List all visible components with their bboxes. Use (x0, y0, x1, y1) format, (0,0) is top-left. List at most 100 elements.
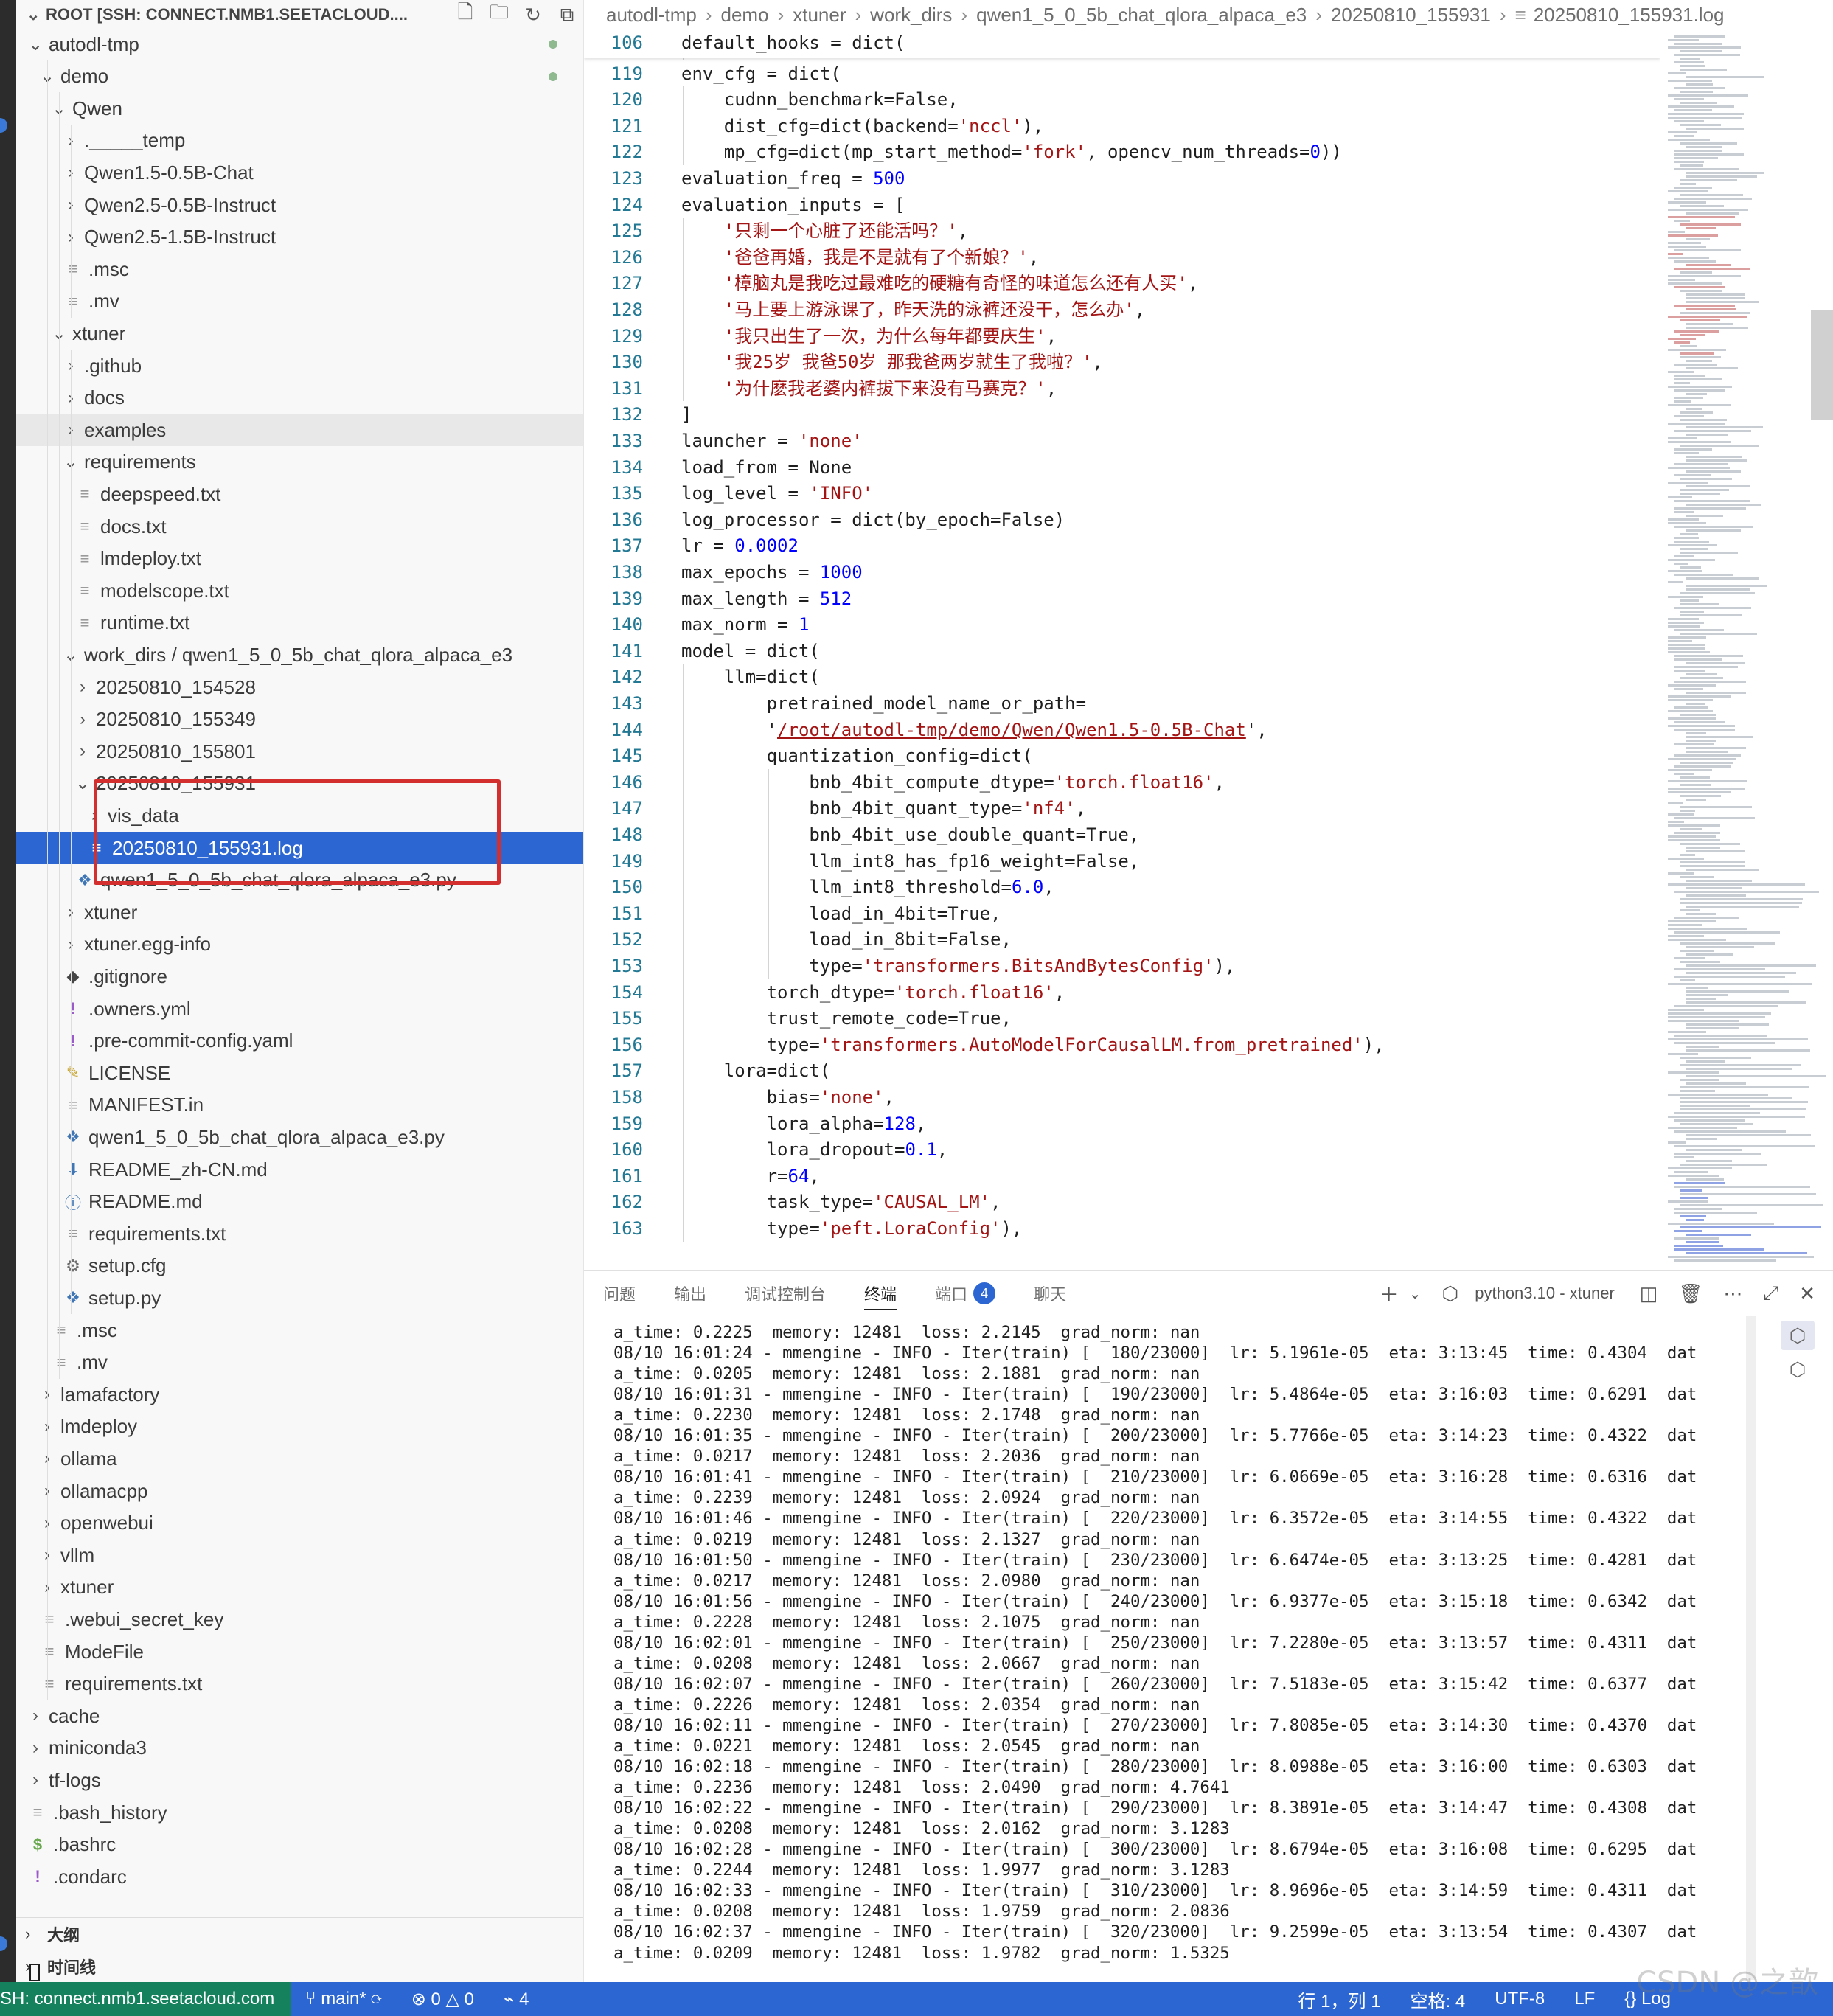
tree-file[interactable]: ≡ requirements.txt (16, 1667, 583, 1700)
code-line[interactable]: 159 lora_alpha=128, (584, 1110, 1660, 1137)
tree-file[interactable]: $ .bashrc (16, 1829, 583, 1861)
indentation-status[interactable]: 空格: 4 (1396, 1987, 1481, 2012)
panel-tab[interactable]: 输出 (655, 1271, 726, 1316)
code-line[interactable]: 124 evaluation_inputs = [ (584, 192, 1660, 218)
code-line[interactable]: 119 env_cfg = dict( (584, 60, 1660, 87)
tree-file[interactable]: ≡ .mv (16, 285, 583, 318)
tree-folder[interactable]: ›Qwen2.5-1.5B-Instruct (16, 220, 583, 254)
tree-folder[interactable]: ›Qwen1.5-0.5B-Chat (16, 156, 583, 190)
terminal-instance-icon[interactable]: ⬡ (1781, 1355, 1815, 1384)
encoding-status[interactable]: UTF-8 (1480, 1989, 1559, 2009)
tree-folder[interactable]: ⌄ Qwen (16, 92, 583, 125)
close-icon[interactable]: ✕ (1789, 1282, 1833, 1305)
tree-file[interactable]: ! .condarc (16, 1860, 583, 1893)
collapse-all-icon[interactable]: ⧉ (550, 3, 583, 27)
panel-tab[interactable]: 终端 (845, 1271, 916, 1316)
tree-folder[interactable]: ›._____temp (16, 124, 583, 157)
code-line[interactable]: 135 log_level = 'INFO' (584, 480, 1660, 507)
code-line[interactable]: 134 load_from = None (584, 454, 1660, 481)
breadcrumb-item[interactable]: xtuner (793, 4, 846, 27)
tree-file[interactable]: ! .pre-commit-config.yaml (16, 1024, 583, 1057)
code-line[interactable]: 147 bnb_4bit_quant_type='nf4', (584, 795, 1660, 821)
code-line[interactable]: 146 bnb_4bit_compute_dtype='torch.float1… (584, 769, 1660, 796)
tree-file[interactable]: ≡ requirements.txt (16, 1217, 583, 1251)
code-line[interactable]: 131 '为什麽我老婆内裤拔下来没有马赛克？', (584, 375, 1660, 402)
code-line[interactable]: 156 type='transformers.AutoModelForCausa… (584, 1032, 1660, 1058)
tree-file[interactable]: ! .owners.yml (16, 993, 583, 1025)
tree-folder[interactable]: ⌄ work_dirs / qwen1_5_0_5b_chat_qlora_alp… (16, 639, 583, 672)
tree-file[interactable]: ⓘ README.md (16, 1185, 583, 1218)
tree-folder[interactable]: ⌄ autodl-tmp (16, 28, 583, 60)
code-line[interactable]: 158 bias='none', (584, 1084, 1660, 1110)
code-line[interactable]: 130 '我25岁 我爸50岁 那我爸两岁就生了我啦？', (584, 349, 1660, 375)
new-folder-icon[interactable]: 🗀 (482, 0, 516, 31)
tree-folder[interactable]: ›lmdeploy (16, 1410, 583, 1443)
maximize-panel-icon[interactable]: ⤢ (1753, 1282, 1789, 1305)
tree-folder[interactable]: ›vllm (16, 1539, 583, 1572)
tree-folder[interactable]: › tf-logs (16, 1764, 583, 1796)
editor-scrollbar[interactable] (1811, 310, 1833, 420)
code-line[interactable]: 122 mp_cfg=dict(mp_start_method='fork', … (584, 139, 1660, 165)
tree-file[interactable]: ≡ MANIFEST.in (16, 1088, 583, 1122)
tree-folder[interactable]: › cache (16, 1700, 583, 1732)
eol-status[interactable]: LF (1559, 1989, 1610, 2009)
code-line[interactable]: 128 '马上要上游泳课了，昨天洗的泳裤还没干，怎么办', (584, 296, 1660, 323)
tree-folder[interactable]: ⌄ xtuner (16, 317, 583, 350)
ports-status[interactable]: ⌁ 4 (489, 1989, 543, 2010)
new-terminal-icon[interactable]: ＋ (1369, 1280, 1409, 1307)
code-line[interactable]: 123 evaluation_freq = 500 (584, 165, 1660, 192)
code-line[interactable]: 162 task_type='CAUSAL_LM', (584, 1189, 1660, 1215)
code-line[interactable]: 138 max_epochs = 1000 (584, 559, 1660, 585)
new-file-icon[interactable]: 🗋 (448, 0, 482, 31)
code-line[interactable]: 155 trust_remote_code=True, (584, 1005, 1660, 1032)
code-line[interactable]: 148 bnb_4bit_use_double_quant=True, (584, 821, 1660, 848)
code-line[interactable]: 121 dist_cfg=dict(backend='nccl'), (584, 113, 1660, 139)
tree-folder[interactable]: ›docs (16, 381, 583, 414)
code-line[interactable]: 154 torch_dtype='torch.float16', (584, 979, 1660, 1006)
code-line[interactable]: 127 '樟脑丸是我吃过最难吃的硬糖有奇怪的味道怎么还有人买', (584, 270, 1660, 296)
breadcrumb-item[interactable]: 20250810_155931 (1331, 4, 1491, 27)
code-line[interactable]: 144 '/root/autodl-tmp/demo/Qwen/Qwen1.5-… (584, 717, 1660, 743)
more-actions-icon[interactable]: ⋯ (1713, 1282, 1753, 1305)
tree-file[interactable]: ❖ setup.py (16, 1282, 583, 1315)
breadcrumb-item[interactable]: autodl-tmp (606, 4, 697, 27)
terminal-instance-icon[interactable]: ⬡ (1781, 1321, 1815, 1350)
code-line[interactable]: 153 type='transformers.BitsAndBytesConfi… (584, 953, 1660, 979)
split-terminal-icon[interactable]: ◫ (1629, 1282, 1669, 1305)
tree-file[interactable]: ≡ docs.txt (16, 510, 583, 543)
tree-folder[interactable]: ›xtuner (16, 896, 583, 929)
code-line[interactable]: 163 type='peft.LoraConfig'), (584, 1215, 1660, 1242)
tree-file[interactable]: ✎ LICENSE (16, 1057, 583, 1090)
outline-section[interactable]: › 大纲 (16, 1917, 583, 1950)
tree-file[interactable]: ≡ .msc (16, 253, 583, 286)
tree-folder[interactable]: ›.github (16, 350, 583, 382)
tree-file[interactable]: ⬇ README_zh-CN.md (16, 1153, 583, 1186)
tree-file[interactable]: ≡ deepspeed.txt (16, 478, 583, 511)
terminal-name[interactable]: python3.10 - xtuner (1469, 1284, 1629, 1303)
panel-tab[interactable]: 调试控制台 (726, 1271, 845, 1316)
branch-status[interactable]: ⑂ main* ⟳ (291, 1989, 397, 2009)
tree-folder[interactable]: ›examples (16, 414, 583, 447)
tree-file[interactable]: ≡ .bash_history (16, 1796, 583, 1829)
panel-tab[interactable]: 端口 4 (916, 1271, 1015, 1316)
explorer-header[interactable]: ⌄ ROOT [SSH: CONNECT.NMB1.SEETACLOUD....… (16, 0, 583, 31)
tree-file[interactable]: ◆ .gitignore (16, 960, 583, 993)
code-line[interactable]: 129 '我只出生了一次，为什么每年都要庆生', (584, 323, 1660, 350)
minimap[interactable] (1660, 29, 1833, 1270)
breadcrumb-item[interactable]: 20250810_155931.log (1534, 4, 1725, 27)
tree-folder[interactable]: › miniconda3 (16, 1732, 583, 1765)
tree-file[interactable]: ❖ qwen1_5_0_5b_chat_qlora_alpaca_e3.py (16, 1121, 583, 1154)
terminal-output[interactable]: a_time: 0.2225 memory: 12481 loss: 2.214… (584, 1316, 1764, 1983)
tree-folder[interactable]: ›20250810_155801 (16, 735, 583, 768)
panel-tab[interactable]: 问题 (584, 1271, 655, 1316)
tree-folder[interactable]: ›20250810_154528 (16, 671, 583, 703)
code-line[interactable]: 126 '爸爸再婚，我是不是就有了个新娘？', (584, 244, 1660, 271)
tree-file[interactable]: ≡ .webui_secret_key (16, 1603, 583, 1636)
terminal-scrollbar[interactable] (1746, 1316, 1756, 1980)
code-line[interactable]: 142 llm=dict( (584, 664, 1660, 690)
code-line[interactable]: 120 cudnn_benchmark=False, (584, 86, 1660, 113)
code-line[interactable]: 150 llm_int8_threshold=6.0, (584, 874, 1660, 900)
code-line[interactable]: 149 llm_int8_has_fp16_weight=False, (584, 848, 1660, 875)
tree-file[interactable]: ≡ lmdeploy.txt (16, 542, 583, 575)
chevron-down-icon[interactable]: ⌄ (1409, 1285, 1432, 1303)
